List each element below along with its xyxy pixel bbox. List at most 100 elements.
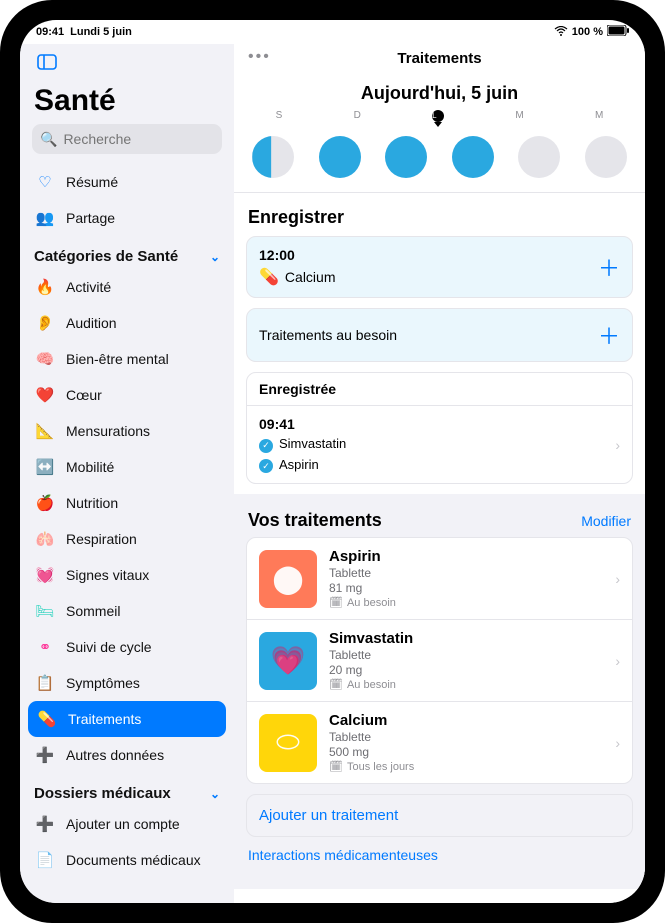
chevron-right-icon: › — [615, 735, 620, 751]
sidebar-item-label: Ajouter un compte — [66, 816, 180, 832]
med-row[interactable]: ⬤AspirinTablette81 mg🗓Au besoin› — [247, 538, 632, 619]
day-dot-done[interactable] — [385, 136, 427, 178]
heart-outline-icon: ♡ — [34, 171, 56, 193]
sidebar-item-label: Autres données — [66, 747, 164, 763]
sidebar-item-nutrition[interactable]: 🍎 Nutrition — [20, 485, 234, 521]
day-dot-future[interactable] — [518, 136, 560, 178]
sidebar-item-mensurations[interactable]: 📐Mensurations — [20, 413, 234, 449]
search-icon: 🔍 — [40, 131, 57, 148]
calendar-icon: 🗓 — [329, 678, 343, 691]
interactions-link[interactable]: Interactions médicamenteuses — [234, 847, 645, 869]
schedule-time: 12:00 — [259, 247, 336, 263]
add-as-needed-button[interactable]: ＋ — [598, 319, 620, 351]
weekday-label: L — [432, 110, 444, 122]
sidebar-item-label: Documents médicaux — [66, 852, 201, 868]
as-needed-card[interactable]: Traitements au besoin ＋ — [246, 308, 633, 362]
sidebar-item-suivi-de-cycle[interactable]: ⚭Suivi de cycle — [20, 629, 234, 665]
sidebar-item-signes-vitaux[interactable]: 💓Signes vitaux — [20, 557, 234, 593]
search-input[interactable] — [63, 131, 234, 147]
med-dose: 81 mg — [329, 581, 603, 595]
category-icon: ❤️ — [34, 384, 56, 406]
log-header: Enregistrer — [234, 193, 645, 236]
sidebar-item-c-ur[interactable]: ❤️Cœur — [20, 377, 234, 413]
sidebar: Santé 🔍 🎙 ♡ Résumé 👥 Partage Catégories … — [20, 44, 234, 903]
med-dose: 20 mg — [329, 663, 603, 677]
category-icon: 👂 — [34, 312, 56, 334]
content-pane: ••• Traitements Aujourd'hui, 5 juin SDLM… — [234, 44, 645, 903]
sidebar-item-sommeil[interactable]: 🛏Sommeil — [20, 593, 234, 629]
category-icon: 📋 — [34, 672, 56, 694]
category-icon: 🍎 — [34, 492, 56, 514]
med-tile: ⬭ — [259, 714, 317, 772]
sidebar-item-summary[interactable]: ♡ Résumé — [20, 164, 234, 200]
weekday-label: D — [354, 110, 361, 122]
logged-med: Simvastatin — [279, 436, 346, 451]
chevron-down-icon: ⌄ — [210, 250, 220, 264]
edit-meds-button[interactable]: Modifier — [581, 513, 631, 529]
med-name: Simvastatin — [329, 630, 603, 647]
status-date: Lundi 5 juin — [70, 26, 132, 38]
med-name: Aspirin — [329, 548, 603, 565]
category-icon: 💓 — [34, 564, 56, 586]
day-dot-partial[interactable] — [252, 136, 294, 178]
category-icon: 💊 — [36, 708, 58, 730]
sidebar-item-label: Respiration — [66, 531, 137, 547]
logged-med: Aspirin — [279, 457, 319, 472]
sidebar-item-audition[interactable]: 👂 Audition — [20, 305, 234, 341]
calendar-icon: 🗓 — [329, 760, 343, 773]
search-field[interactable]: 🔍 🎙 — [32, 124, 222, 154]
sidebar-item-bien-tre-mental[interactable]: 🧠Bien-être mental — [20, 341, 234, 377]
chevron-right-icon: › — [615, 571, 620, 587]
sidebar-item-sympt-mes[interactable]: 📋 Symptômes — [20, 665, 234, 701]
sidebar-item-respiration[interactable]: 🫁 Respiration — [20, 521, 234, 557]
sidebar-section-categories[interactable]: Catégories de Santé ⌄ — [20, 236, 234, 269]
pill-icon: 💊 — [259, 267, 279, 287]
sidebar-item-label: Sommeil — [66, 603, 120, 619]
day-dot-future[interactable] — [585, 136, 627, 178]
sidebar-item-label: Bien-être mental — [66, 351, 169, 367]
med-form: Tablette — [329, 566, 603, 580]
sidebar-item-autres-donn-es[interactable]: ➕ Autres données — [20, 737, 234, 773]
sidebar-item-traitements[interactable]: 💊Traitements — [28, 701, 226, 737]
day-status-row[interactable] — [234, 126, 645, 193]
status-bar: 09:41 Lundi 5 juin 100 % — [20, 20, 645, 44]
calendar-icon: 🗓 — [329, 596, 343, 609]
battery-icon — [607, 25, 629, 39]
sidebar-item-label: Symptômes — [66, 675, 140, 691]
add-log-button[interactable]: ＋ — [598, 251, 620, 283]
people-icon: 👥 — [34, 207, 56, 229]
category-icon: ↔️ — [34, 456, 56, 478]
add-med-button[interactable]: Ajouter un traitement — [246, 794, 633, 837]
category-icon: ➕ — [34, 744, 56, 766]
category-icon: 🫁 — [34, 528, 56, 550]
logged-header: Enregistrée — [247, 373, 632, 406]
chevron-down-icon: ⌄ — [210, 787, 220, 801]
record-icon: 📄 — [34, 849, 56, 871]
sidebar-item-ajouter-un-compte[interactable]: ➕Ajouter un compte — [20, 806, 234, 842]
sidebar-item-label: Nutrition — [66, 495, 118, 511]
med-row[interactable]: 💗SimvastatinTablette20 mg🗓Au besoin› — [247, 619, 632, 701]
as-needed-label: Traitements au besoin — [259, 327, 397, 343]
logged-time: 09:41 — [259, 416, 346, 432]
wifi-icon — [554, 26, 568, 39]
sidebar-item-label: Activité — [66, 279, 111, 295]
day-dot-done[interactable] — [452, 136, 494, 178]
schedule-card[interactable]: 12:00 💊 Calcium ＋ — [246, 236, 633, 298]
sidebar-item-label: Audition — [66, 315, 117, 331]
med-row[interactable]: ⬭CalciumTablette500 mg🗓Tous les jours› — [247, 701, 632, 783]
day-dot-done[interactable] — [319, 136, 361, 178]
sidebar-item-mobilit-[interactable]: ↔️Mobilité — [20, 449, 234, 485]
status-time: 09:41 — [36, 26, 64, 38]
check-icon: ✓ — [259, 459, 273, 473]
sidebar-section-records[interactable]: Dossiers médicaux ⌄ — [20, 773, 234, 806]
med-form: Tablette — [329, 730, 603, 744]
battery-label: 100 % — [572, 26, 603, 38]
schedule-med: Calcium — [285, 269, 336, 285]
sidebar-item-sharing[interactable]: 👥 Partage — [20, 200, 234, 236]
sidebar-item-activit-[interactable]: 🔥Activité — [20, 269, 234, 305]
sidebar-item-documents-m-dicaux[interactable]: 📄 Documents médicaux — [20, 842, 234, 878]
logged-card[interactable]: Enregistrée 09:41 ✓Simvastatin ✓Aspirin … — [246, 372, 633, 484]
med-freq: 🗓Tous les jours — [329, 760, 603, 773]
sidebar-toggle-button[interactable] — [32, 48, 62, 76]
app-title: Santé — [20, 76, 234, 124]
